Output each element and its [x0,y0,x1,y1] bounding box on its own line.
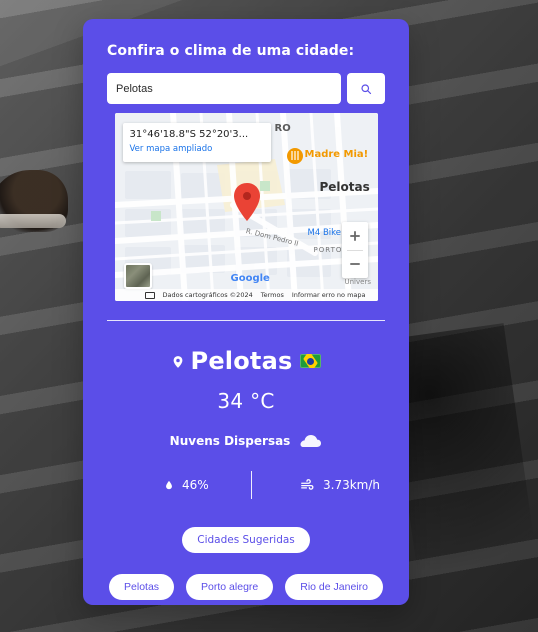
map-info-box: 31°46'18.8"S 52°20'3... Ver mapa ampliad… [122,123,271,162]
city-name: Pelotas [190,347,293,375]
suggested-city-button-rio-de-janeiro[interactable]: Rio de Janeiro [285,574,383,600]
search-icon [360,83,372,95]
map-label-porto: PORTO [313,246,343,254]
humidity-value: 46% [182,478,209,492]
zoom-out-button[interactable] [342,251,368,279]
weather-card: Confira o clima de uma cidade: Pelotas 3… [83,19,409,605]
map-terms-link[interactable]: Termos [261,291,284,299]
map-label-univers: Univers [344,278,371,286]
search-row [107,73,385,104]
map-data-text: Dados cartográficos ©2024 [162,291,253,299]
suggested-cities-title: Cidades Sugeridas [182,527,310,553]
background-shoe-sole [0,214,66,228]
suggested-cities-title-row: Cidades Sugeridas [107,527,385,553]
search-button[interactable] [347,73,385,104]
keyboard-icon [144,291,155,299]
condition-text: Nuvens Dispersas [169,434,291,448]
minus-icon [348,257,362,271]
wind-icon [299,478,315,492]
wind-value: 3.73km/h [323,478,381,492]
city-search-input[interactable] [107,73,341,104]
map-label-city: Pelotas [319,180,370,194]
google-logo: Google [230,273,270,284]
suggested-cities-row: Pelotas Porto alegre Rio de Janeiro [107,574,385,600]
map-view-larger-link[interactable]: Ver mapa ampliado [130,144,264,154]
poi-restaurant-icon [286,148,303,164]
city-row: Pelotas [107,347,385,375]
section-divider [107,320,385,321]
suggested-city-button-pelotas[interactable]: Pelotas [109,574,175,600]
stats-divider [251,471,252,499]
map-coordinates: 31°46'18.8"S 52°20'3... [129,129,249,140]
wind-stat: 3.73km/h [299,478,380,492]
temperature: 34 °C [217,389,275,413]
stats-row: 46% 3.73km/h [107,471,385,501]
suggested-city-button-porto-alegre[interactable]: Porto alegre [186,574,274,600]
map-label-top-fragment: RO [274,123,291,134]
brazil-flag-icon [300,354,322,368]
map-label-bike: M4 Bike [307,228,342,238]
map-report-link[interactable]: Informar erro no mapa [292,291,366,299]
humidity-stat: 46% [164,478,209,492]
map-layer-toggle[interactable] [123,263,152,289]
map-footer: Dados cartográficos ©2024 Termos Informa… [114,289,378,301]
map-label-poi: Madre Mia! [304,149,369,160]
condition-row: Nuvens Dispersas [107,433,385,449]
map-zoom-control [341,222,368,279]
water-drop-icon [164,478,174,492]
cloud-icon [298,433,322,449]
location-pin-icon [171,353,185,371]
zoom-in-button[interactable] [342,222,368,250]
map-embed[interactable]: 31°46'18.8"S 52°20'3... Ver mapa ampliad… [114,113,378,301]
plus-icon [348,229,362,243]
card-title: Confira o clima de uma cidade: [107,43,355,59]
